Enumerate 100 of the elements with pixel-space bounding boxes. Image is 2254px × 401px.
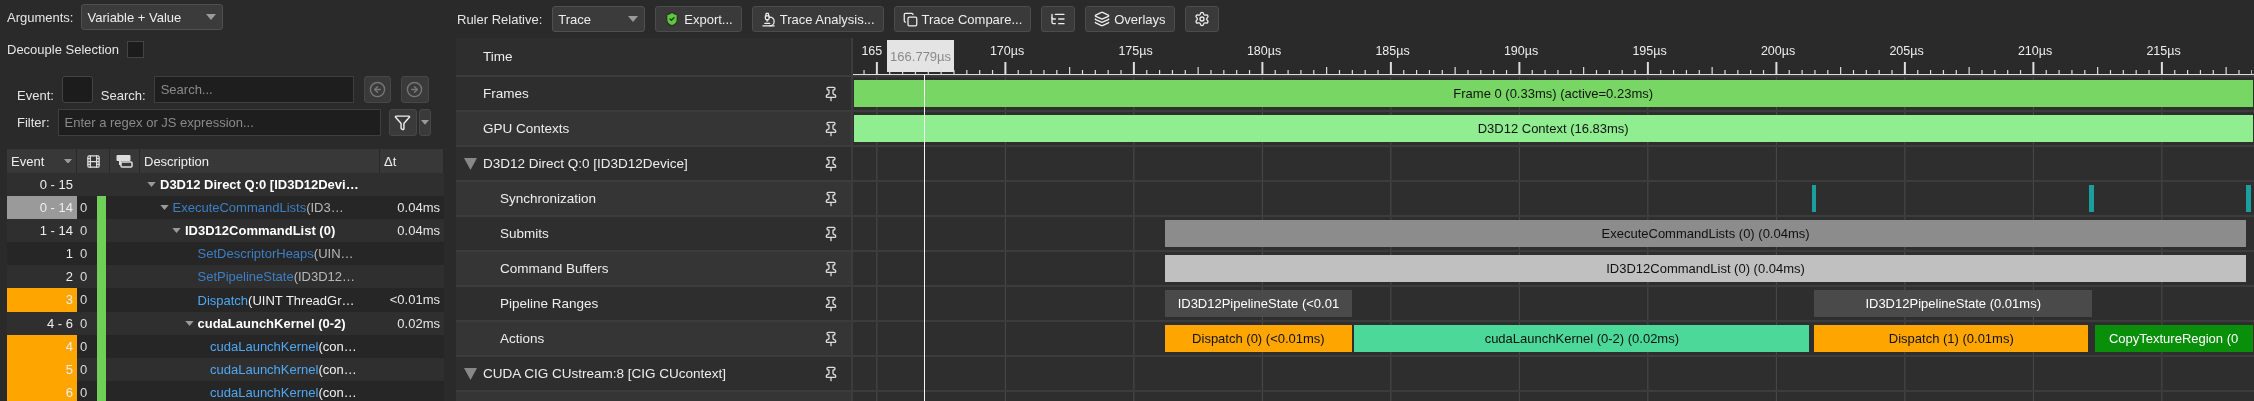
settings-button[interactable]	[1184, 6, 1219, 32]
event-cell: 3	[7, 288, 77, 312]
description-cell[interactable]: Dispatch(UINT ThreadGr…	[197, 292, 355, 308]
timeline-bar[interactable]: ID3D12PipelineState (<0.01	[1165, 290, 1352, 317]
timeline-bar[interactable]: CopyTextureRegion (0	[2094, 325, 2253, 352]
caret-icon	[420, 120, 429, 125]
tick-label: 215µs	[2146, 44, 2181, 58]
delta-time-cell-text: 0.04ms	[396, 199, 441, 218]
filter-button[interactable]	[388, 109, 417, 136]
copy-icon	[902, 11, 918, 27]
tree-button[interactable]	[1041, 6, 1076, 32]
pin-icon[interactable]	[823, 365, 839, 382]
event-cell-text: 1 - 14	[38, 222, 74, 241]
timeline-bar[interactable]: Frame 0 (0.33ms) (active=0.23ms)	[853, 80, 2253, 107]
expanded-caret-icon[interactable]	[172, 228, 181, 234]
sort-caret-icon	[64, 158, 72, 164]
timeline-bar[interactable]: ExecuteCommandLists (0) (0.04ms)	[1165, 220, 2247, 247]
frame-cell-text: 0	[79, 383, 89, 401]
filter-field[interactable]: Enter a regex or JS expression...	[57, 109, 381, 136]
frame-cell-text: 0	[79, 360, 89, 379]
ruler-relative-dropdown[interactable]: Trace	[552, 6, 646, 32]
delta-time-cell-text: <0.01ms	[388, 291, 441, 310]
description-cell[interactable]: ExecuteCommandLists(ID3…	[172, 200, 344, 216]
expanded-caret-icon[interactable]	[159, 205, 169, 211]
track-label: CUDA CIG CUstream:8 [CIG CUcontext]	[483, 366, 728, 381]
expanded-triangle-icon[interactable]	[464, 367, 477, 380]
delta-time-cell-text: 0.04ms	[396, 222, 441, 241]
description-cell[interactable]: cudaLaunchKernel(con…	[210, 338, 357, 354]
description-cell[interactable]: cudaLaunchKernel(con…	[210, 384, 357, 400]
toolbar-button[interactable]: Trace Analysis...	[751, 6, 884, 32]
event-cell-text: 2	[64, 268, 74, 287]
arguments-dropdown[interactable]: Variable + Value	[81, 4, 224, 30]
pin-icon[interactable]	[823, 155, 839, 172]
description-cell[interactable]: SetPipelineState(ID3D12…	[197, 269, 356, 285]
timeline-bar[interactable]: ID3D12CommandList (0) (0.04ms)	[1165, 255, 2247, 282]
sync-marker[interactable]	[2246, 185, 2251, 212]
pin-icon[interactable]	[823, 330, 839, 347]
description-cell[interactable]: SetDescriptorHeaps(UIN…	[197, 246, 354, 262]
expanded-caret-icon[interactable]	[147, 182, 156, 188]
search-label: Search:	[100, 88, 146, 103]
layers-icon	[1094, 11, 1111, 27]
tick-label: 175µs	[1118, 44, 1153, 58]
decouple-checkbox[interactable]	[127, 40, 145, 58]
caret-icon	[628, 16, 639, 22]
expanded-triangle-icon[interactable]	[464, 157, 477, 170]
description-cell[interactable]: ID3D12CommandList (0)	[185, 223, 336, 239]
pin-icon[interactable]	[823, 85, 839, 102]
track-label: Actions	[500, 331, 546, 346]
pin-icon[interactable]	[823, 295, 839, 312]
next-button[interactable]	[400, 76, 429, 103]
sync-marker[interactable]	[2089, 185, 2095, 212]
ruler-relative-label: Ruler Relative:	[457, 11, 543, 27]
description-cell[interactable]: cudaLaunchKernel(con…	[210, 361, 357, 377]
toolbar-button[interactable]: Trace Compare...	[893, 6, 1032, 32]
event-label: Event:	[17, 88, 54, 103]
event-cell: 4	[7, 334, 77, 358]
pin-icon[interactable]	[823, 120, 839, 137]
toolbar-button[interactable]: Overlays	[1085, 6, 1175, 32]
description-cell[interactable]: cudaLaunchKernel (0-2)	[197, 315, 346, 331]
event-cell: 0 - 14	[7, 196, 77, 220]
settings-icon	[1193, 11, 1210, 27]
track-label: Submits	[500, 226, 550, 241]
previous-button[interactable]	[363, 76, 391, 103]
delta-time-cell-text: 0.02ms	[396, 314, 441, 333]
expanded-caret-icon[interactable]	[184, 320, 194, 326]
frame-cell-text: 0	[79, 314, 89, 333]
event-field[interactable]	[61, 76, 93, 103]
sync-marker[interactable]	[1811, 185, 1817, 212]
circle-arrow-left-icon	[368, 81, 386, 98]
tick-label: 210µs	[2017, 44, 2053, 58]
toolbar-button[interactable]: Export...	[655, 6, 742, 32]
tick-label: 170µs	[989, 44, 1025, 58]
filter-label: Filter:	[17, 115, 50, 130]
event-cell-text: 0 - 15	[38, 176, 74, 194]
timeline-bar[interactable]: ID3D12PipelineState (0.01ms)	[1814, 290, 2092, 317]
track-label: Pipeline Ranges	[500, 296, 600, 311]
event-cell: 5	[7, 357, 77, 381]
pin-icon[interactable]	[823, 225, 839, 242]
timeline-bar[interactable]: Dispatch (0) (<0.01ms)	[1165, 325, 1352, 352]
tick-label: 200µs	[1760, 44, 1796, 58]
frame-cell-text: 0	[79, 268, 89, 287]
tick-label: 165	[861, 44, 883, 58]
description-cell[interactable]: D3D12 Direct Q:0 [ID3D12Devi…	[160, 177, 359, 193]
frame-cell-text: 0	[79, 199, 89, 218]
tick-label: 185µs	[1375, 44, 1410, 58]
frame-cell-text: 0	[79, 222, 89, 241]
filter-options-button[interactable]	[418, 109, 431, 136]
pin-icon[interactable]	[823, 260, 839, 277]
pin-icon[interactable]	[823, 190, 839, 207]
timeline-bar[interactable]: D3D12 Context (16.83ms)	[853, 115, 2253, 142]
search-field[interactable]: Search...	[153, 76, 354, 103]
timeline-bar[interactable]: cudaLaunchKernel (0-2) (0.02ms)	[1354, 325, 1810, 352]
timeline-bar[interactable]: Dispatch (1) (0.01ms)	[1814, 325, 2089, 352]
frame-cell-text: 0	[79, 245, 89, 264]
track-label: Frames	[483, 86, 530, 101]
frame-cell-text: 0	[79, 337, 89, 356]
tick-label: 195µs	[1632, 44, 1667, 58]
caret-icon	[206, 14, 217, 20]
cursor-time-tooltip: 166.779µs	[887, 40, 955, 72]
time-header: Time	[483, 49, 514, 64]
